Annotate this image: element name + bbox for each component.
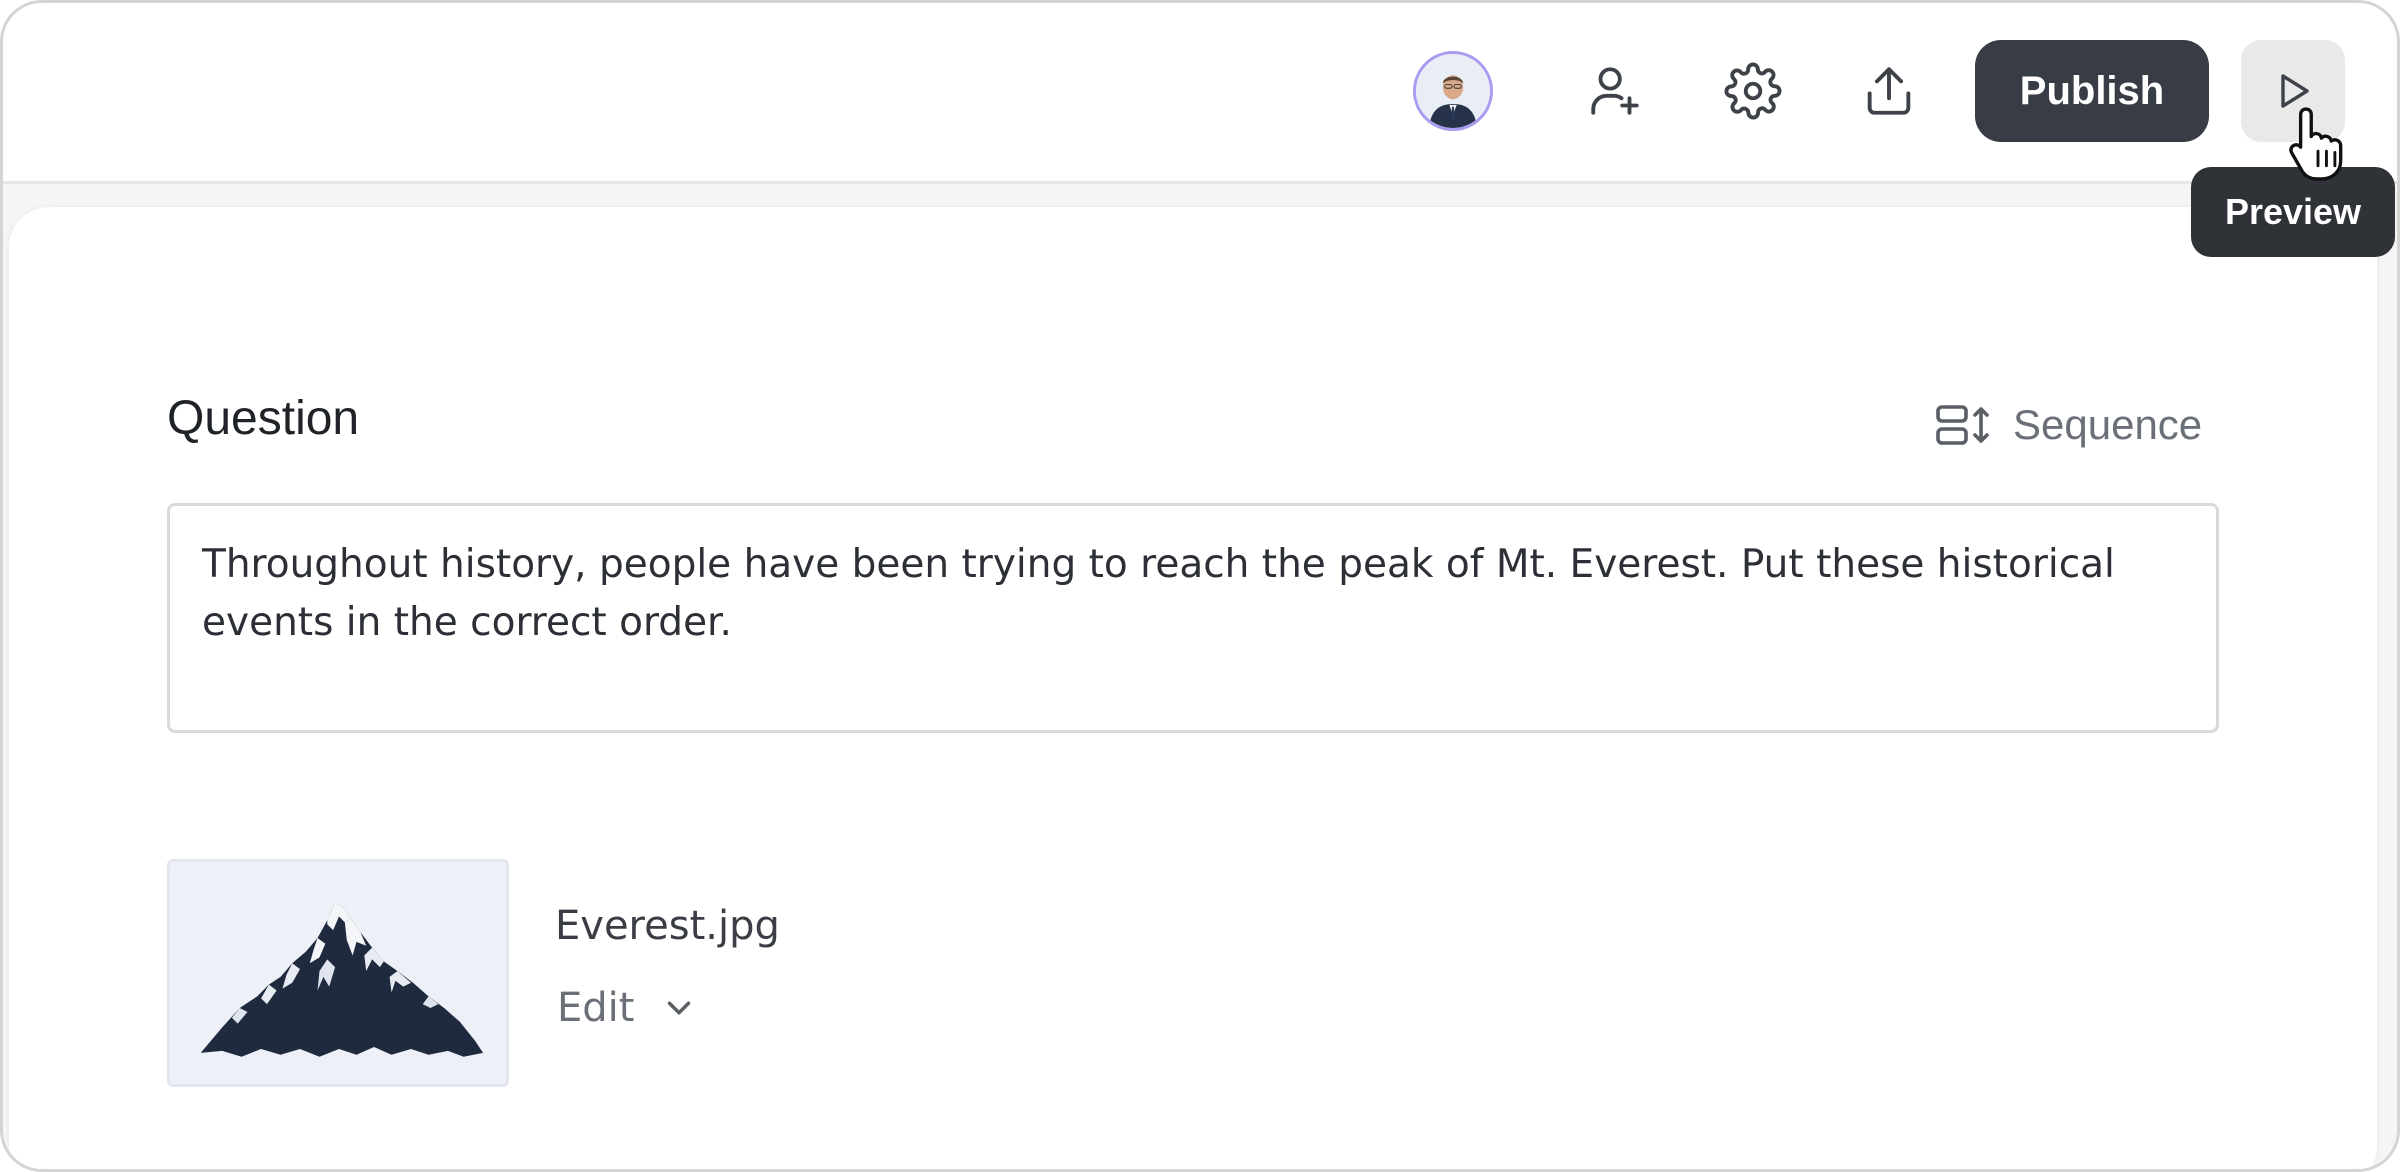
sequence-icon — [1936, 405, 1989, 445]
settings-button[interactable] — [1721, 59, 1785, 123]
question-title: Question — [167, 392, 360, 445]
app-window: Publish Preview Question Sequence Throug… — [0, 0, 2400, 1172]
image-thumbnail[interactable] — [167, 859, 509, 1087]
question-type-label: Sequence — [2013, 401, 2203, 448]
publish-button[interactable]: Publish — [1975, 40, 2209, 142]
person-photo — [1416, 54, 1490, 128]
edit-dropdown[interactable]: Edit — [557, 985, 698, 1031]
top-toolbar: Publish Preview — [3, 3, 2397, 257]
add-user-button[interactable] — [1583, 59, 1647, 123]
edit-label: Edit — [557, 985, 635, 1031]
question-type-selector[interactable]: Sequence — [1935, 397, 2202, 453]
avatar[interactable] — [1413, 51, 1493, 131]
hand-cursor-icon — [2289, 107, 2343, 181]
share-button[interactable] — [1857, 59, 1921, 123]
add-user-icon — [1591, 67, 1639, 115]
image-filename: Everest.jpg — [555, 903, 780, 949]
upload-share-icon — [1867, 67, 1911, 115]
chevron-down-icon — [668, 1001, 691, 1015]
gear-icon — [1724, 62, 1782, 120]
question-text-field[interactable]: Throughout history, people have been try… — [167, 503, 2219, 733]
mountain-image — [200, 902, 484, 1057]
